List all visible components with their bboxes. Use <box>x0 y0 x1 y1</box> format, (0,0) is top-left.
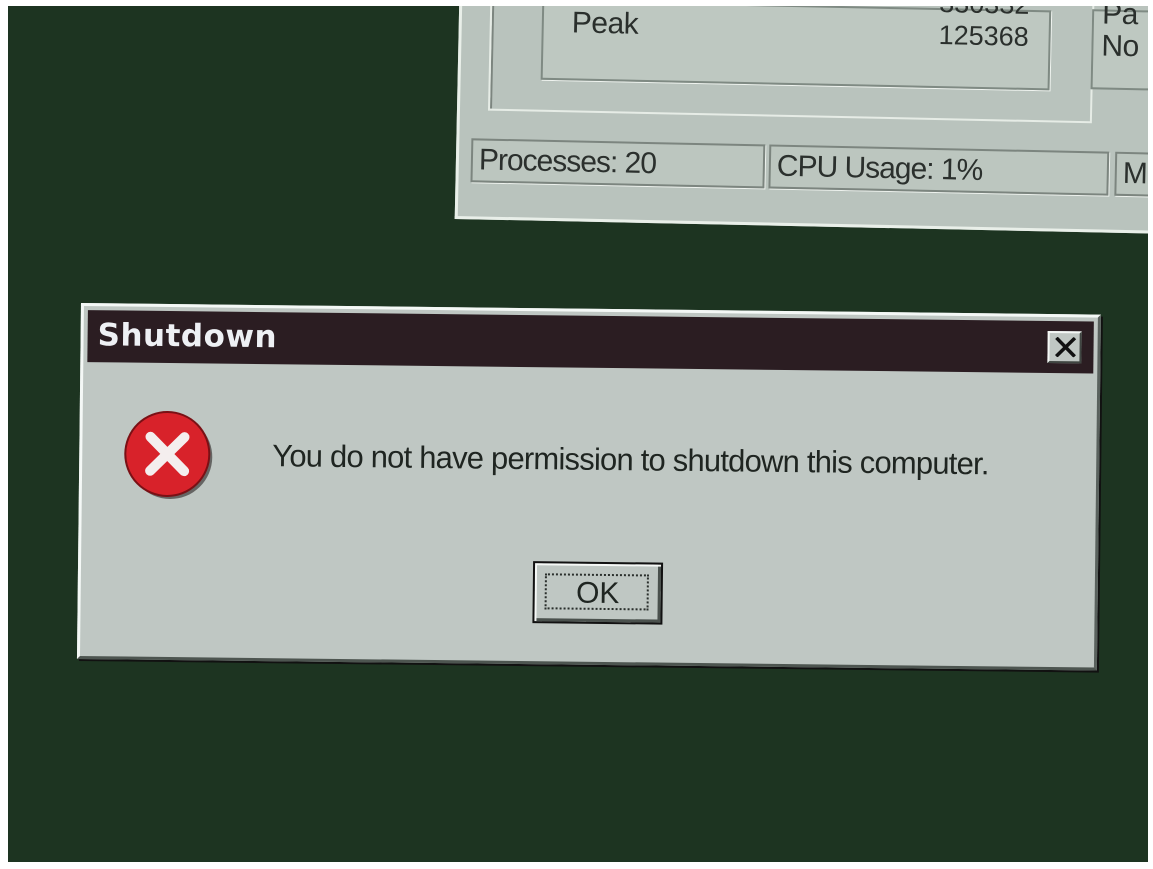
side-box: Pa No <box>1090 6 1148 92</box>
shutdown-dialog: Shutdown You do not have permission to s… <box>76 303 1101 671</box>
error-icon <box>124 410 213 500</box>
ok-button-label: OK <box>575 576 620 611</box>
dialog-titlebar[interactable]: Shutdown <box>87 310 1094 374</box>
task-manager-window: 330332 Peak 125368 Pa No Processes: 20 C… <box>454 6 1148 235</box>
close-button[interactable] <box>1047 330 1082 364</box>
close-icon <box>1054 337 1077 358</box>
memory-group: 330332 Peak 125368 <box>487 6 1095 124</box>
ok-button[interactable]: OK <box>532 561 664 625</box>
side-label-2: No <box>1101 29 1140 64</box>
commit-charge-box: 330332 Peak 125368 <box>540 6 1052 91</box>
side-label-1: Pa <box>1101 6 1139 32</box>
peak-label: Peak <box>571 6 639 41</box>
desktop: 330332 Peak 125368 Pa No Processes: 20 C… <box>8 6 1148 862</box>
status-mem-usage: M <box>1114 151 1148 198</box>
peak-top-value: 330332 <box>939 6 1030 21</box>
status-cpu-usage: CPU Usage: 1% <box>768 144 1110 196</box>
status-processes: Processes: 20 <box>470 138 766 189</box>
dialog-title: Shutdown <box>97 317 278 356</box>
peak-value: 125368 <box>938 20 1030 52</box>
error-message: You do not have permission to shutdown t… <box>272 438 989 482</box>
